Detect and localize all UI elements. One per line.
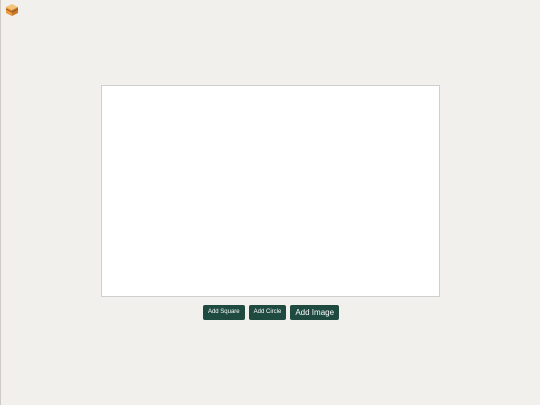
app-root: Add Square Add Circle Add Image xyxy=(0,0,540,405)
drawing-canvas[interactable] xyxy=(101,85,440,297)
add-image-button[interactable]: Add Image xyxy=(290,305,340,320)
add-square-button[interactable]: Add Square xyxy=(202,305,245,320)
sandwich-box-icon xyxy=(5,3,19,17)
add-circle-button[interactable]: Add Circle xyxy=(248,305,287,320)
canvas-toolbar: Add Square Add Circle Add Image xyxy=(1,305,540,320)
